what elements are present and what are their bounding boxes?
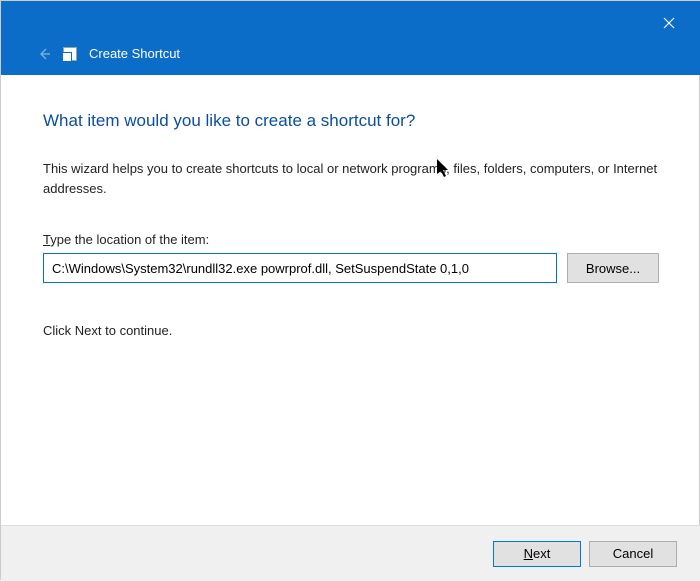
page-heading: What item would you like to create a sho…	[43, 111, 659, 131]
close-button[interactable]	[649, 9, 689, 37]
close-icon	[663, 17, 675, 29]
input-row: Browse...	[43, 253, 659, 283]
cancel-button[interactable]: Cancel	[589, 541, 677, 567]
window-title: Create Shortcut	[89, 46, 180, 61]
next-button[interactable]: Next	[493, 541, 581, 567]
titlebar: Create Shortcut	[1, 1, 700, 75]
wizard-description: This wizard helps you to create shortcut…	[43, 159, 659, 198]
location-input[interactable]	[43, 253, 557, 283]
location-label: Type the location of the item:	[43, 232, 659, 247]
browse-button[interactable]: Browse...	[567, 253, 659, 283]
continue-hint: Click Next to continue.	[43, 323, 659, 338]
footer: Next Cancel	[1, 525, 700, 581]
back-arrow-icon	[37, 47, 51, 61]
shortcut-icon	[63, 47, 77, 61]
content-area: What item would you like to create a sho…	[1, 75, 700, 358]
